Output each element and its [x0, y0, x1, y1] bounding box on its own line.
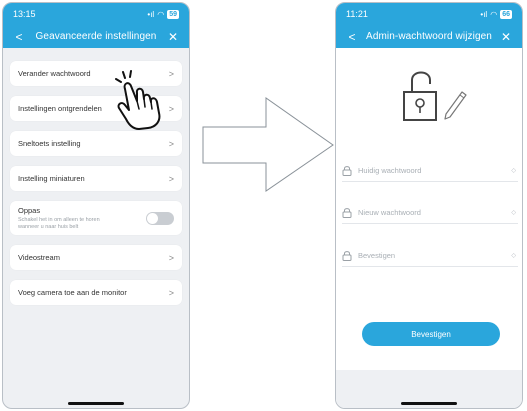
list-item-label: Instellingen ontgrendelen	[18, 104, 102, 113]
videostream-item[interactable]: Videostream >	[10, 245, 182, 270]
current-password-field[interactable]: Huidig wachtwoord ◇	[342, 160, 518, 182]
eye-icon[interactable]: ◇	[511, 252, 516, 259]
lock-icon	[342, 208, 352, 218]
back-button[interactable]: <	[12, 31, 26, 43]
babysit-description: Schakel het in om alleen te horen wannee…	[18, 216, 100, 230]
babysit-toggle[interactable]	[146, 211, 174, 225]
status-icons: •ıl ◠ 59	[147, 9, 179, 19]
wifi-icon: ◠	[157, 9, 165, 19]
back-button[interactable]: <	[345, 31, 359, 43]
signal-icon: •ıl	[147, 9, 155, 19]
list-item-label: Videostream	[18, 253, 60, 262]
eye-icon[interactable]: ◇	[511, 167, 516, 174]
signal-icon: •ıl	[480, 9, 488, 19]
shortcut-setting-item[interactable]: Sneltoets instelling >	[10, 131, 182, 156]
eye-icon[interactable]: ◇	[511, 209, 516, 216]
nav-bar: < Geavanceerde instellingen ✕	[3, 25, 189, 48]
lock-icon	[342, 166, 352, 176]
list-item-label: Sneltoets instelling	[18, 139, 81, 148]
lock-illustration	[336, 48, 522, 138]
close-button[interactable]: ✕	[499, 31, 513, 43]
thumbnail-setting-item[interactable]: Instelling miniaturen >	[10, 166, 182, 191]
lock-icon	[342, 251, 352, 261]
list-item-label: Voeg camera toe aan de monitor	[18, 288, 127, 297]
transition-arrow-icon	[202, 97, 334, 198]
list-item-label: Instelling miniaturen	[18, 174, 85, 183]
page-title: Geavanceerde instellingen	[35, 31, 157, 42]
add-camera-item[interactable]: Voeg camera toe aan de monitor >	[10, 280, 182, 305]
confirm-password-field[interactable]: Bevestigen ◇	[342, 245, 518, 267]
close-button[interactable]: ✕	[166, 31, 180, 43]
confirm-button[interactable]: Bevestigen	[362, 322, 500, 346]
status-time: 13:15	[13, 9, 36, 19]
right-phone-screen: 11:21 •ıl ◠ 66 < Admin-wachtwoord wijzig…	[335, 2, 523, 409]
chevron-right-icon: >	[168, 173, 174, 184]
home-indicator	[401, 402, 457, 405]
chevron-right-icon: >	[168, 252, 174, 263]
left-phone-screen: 13:15 •ıl ◠ 59 < Geavanceerde instelling…	[2, 2, 190, 409]
list-item-label: Verander wachtwoord	[18, 69, 91, 78]
babysit-text: Oppas Schakel het in om alleen te horen …	[18, 206, 122, 231]
pointing-hand-icon	[115, 70, 161, 130]
status-bar: 11:21 •ıl ◠ 66	[336, 3, 522, 25]
home-indicator	[68, 402, 124, 405]
status-bar: 13:15 •ıl ◠ 59	[3, 3, 189, 25]
chevron-right-icon: >	[168, 138, 174, 149]
screenshot-stage: 13:15 •ıl ◠ 59 < Geavanceerde instelling…	[0, 0, 527, 411]
new-password-field[interactable]: Nieuw wachtwoord ◇	[342, 202, 518, 224]
battery-icon: 59	[167, 9, 179, 19]
babysit-item: Oppas Schakel het in om alleen te horen …	[10, 201, 182, 235]
battery-icon: 66	[500, 9, 512, 19]
toggle-knob	[147, 212, 158, 224]
confirm-password-placeholder: Bevestigen	[358, 251, 396, 260]
nav-bar: < Admin-wachtwoord wijzigen ✕	[336, 25, 522, 48]
wifi-icon: ◠	[490, 9, 498, 19]
babysit-label: Oppas	[18, 205, 41, 215]
chevron-right-icon: >	[168, 287, 174, 298]
status-time: 11:21	[346, 9, 368, 19]
current-password-placeholder: Huidig wachtwoord	[358, 166, 422, 175]
new-password-placeholder: Nieuw wachtwoord	[358, 208, 421, 217]
unlocked-padlock-icon	[403, 71, 467, 121]
page-title: Admin-wachtwoord wijzigen	[366, 31, 492, 42]
status-icons: •ıl ◠ 66	[480, 9, 512, 19]
